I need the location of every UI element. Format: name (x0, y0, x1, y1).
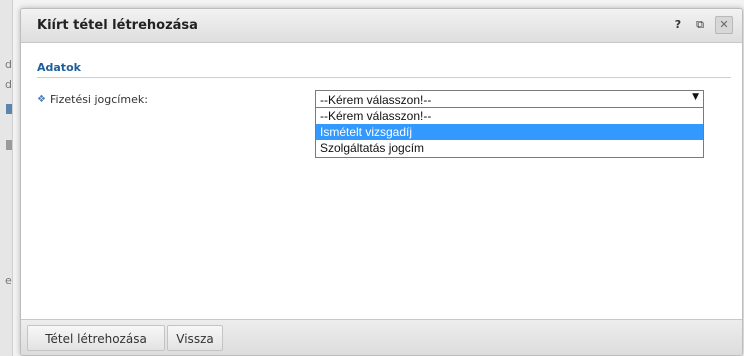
select-current-value: --Kérem válasszon!-- (320, 93, 432, 107)
back-button[interactable]: Vissza (167, 325, 223, 351)
chevron-down-icon[interactable]: ▼ (692, 92, 699, 102)
dialog-footer: Tétel létrehozása Vissza (21, 319, 742, 355)
background-text: e (5, 274, 12, 287)
payment-type-dropdown: --Kérem válasszon!-- Ismételt vizsgadíj … (315, 108, 704, 158)
create-item-dialog: Kiírt tétel létrehozása ? ⧉ ✕ Adatok ❖ F… (20, 8, 743, 356)
dialog-titlebar[interactable]: Kiírt tétel létrehozása ? ⧉ ✕ (21, 9, 742, 43)
dialog-title: Kiírt tétel létrehozása (37, 18, 198, 33)
option-repeated-exam-fee[interactable]: Ismételt vizsgadíj (316, 124, 703, 140)
field-bullet-icon: ❖ (37, 94, 46, 105)
help-icon[interactable]: ? (672, 17, 684, 33)
payment-type-label: Fizetési jogcímek: (50, 93, 148, 106)
create-item-button[interactable]: Tétel létrehozása (27, 325, 165, 351)
background-panel: d d e (0, 0, 13, 356)
popout-icon[interactable]: ⧉ (693, 17, 707, 33)
background-marker (6, 104, 12, 114)
option-service-title[interactable]: Szolgáltatás jogcím (316, 140, 703, 156)
section-title: Adatok (37, 61, 81, 74)
section-divider (37, 77, 731, 78)
background-text: d (5, 58, 12, 71)
payment-type-select[interactable]: --Kérem válasszon!-- ▼ (315, 90, 704, 108)
close-icon[interactable]: ✕ (715, 16, 733, 34)
background-text: d (5, 78, 12, 91)
background-marker (6, 140, 12, 150)
option-please-select[interactable]: --Kérem válasszon!-- (316, 108, 703, 124)
